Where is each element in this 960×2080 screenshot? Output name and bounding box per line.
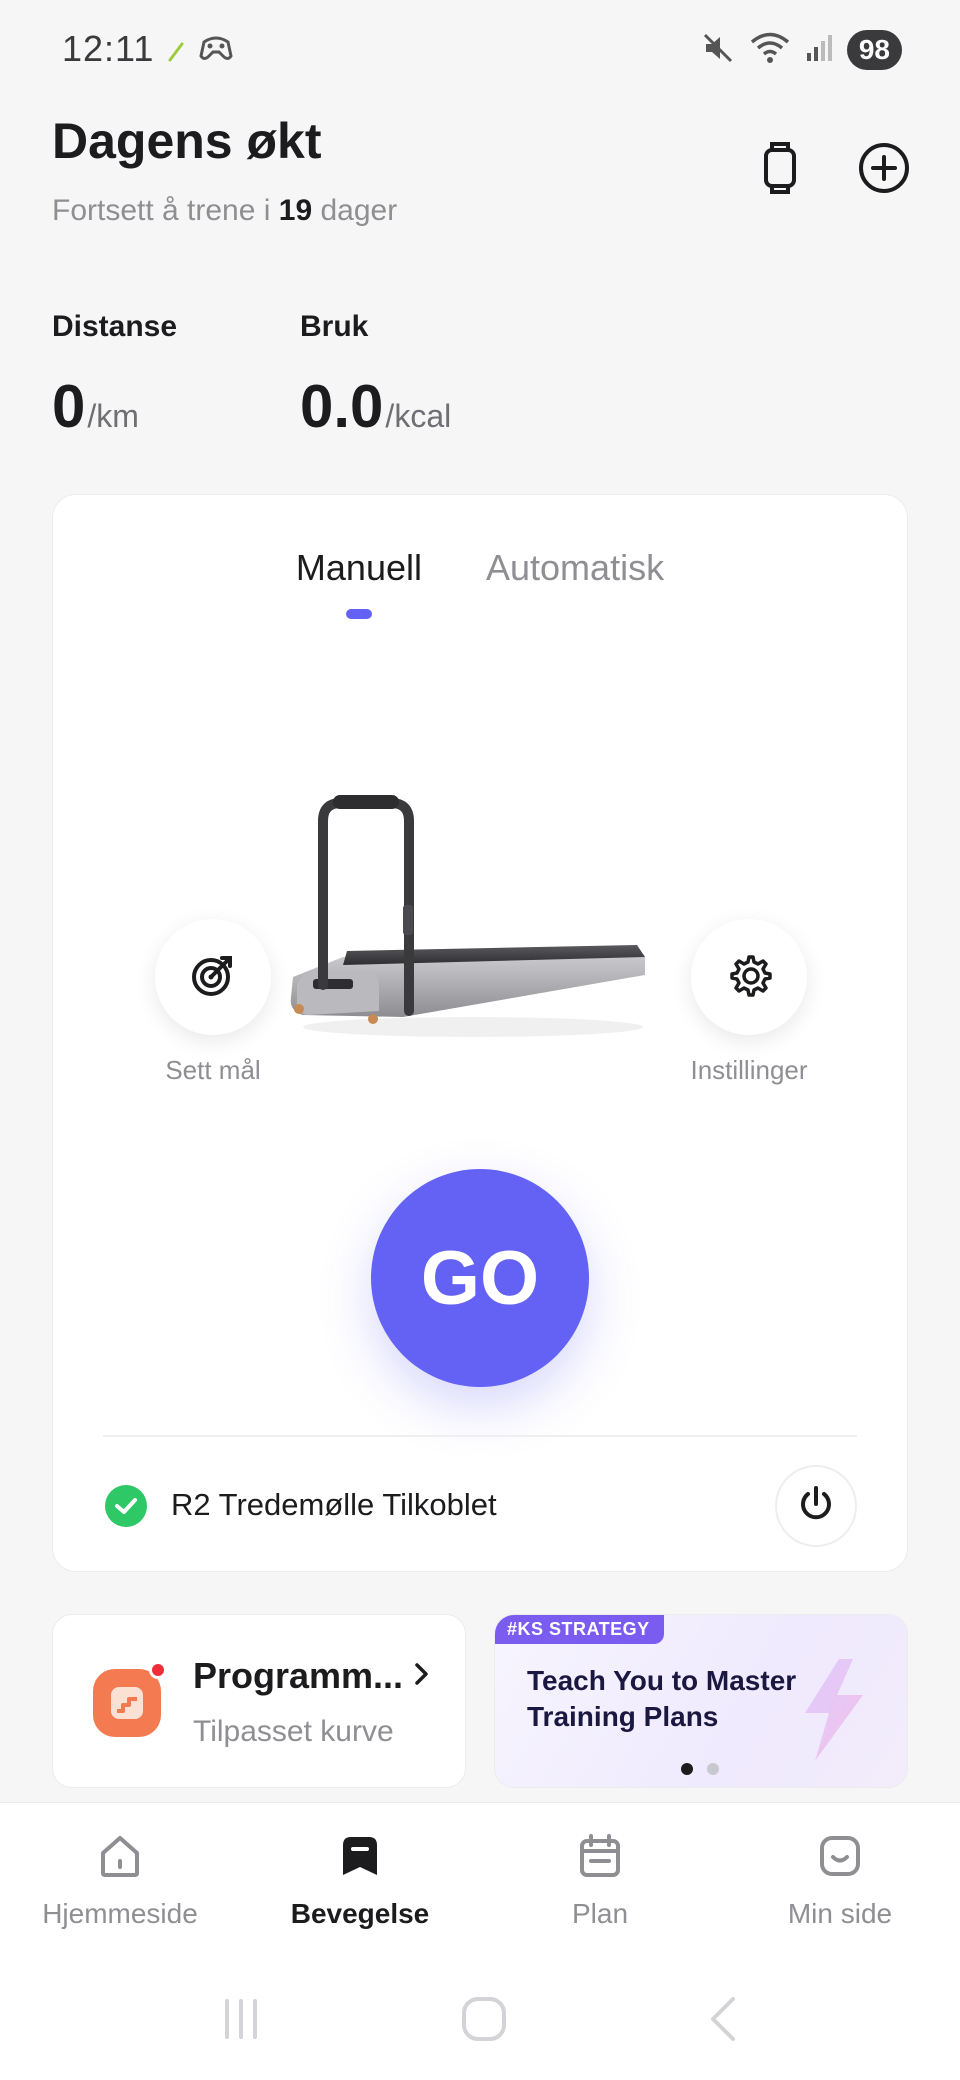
power-icon [796, 1484, 836, 1529]
set-goal-button[interactable] [155, 919, 271, 1035]
recent-apps-icon[interactable] [217, 1995, 265, 2048]
tab-indicator [345, 609, 372, 619]
divider [103, 1435, 857, 1437]
nav-exercise[interactable]: Bevegelse [240, 1803, 480, 1962]
set-goal-label: Sett mål [165, 1055, 261, 1085]
battery-badge: 98 [846, 30, 902, 70]
page-title: Dagens økt [52, 113, 322, 169]
home-icon [95, 1831, 145, 1886]
streak-days: 19 [278, 194, 313, 227]
status-time: 12:11 [62, 28, 155, 69]
power-button[interactable] [775, 1465, 857, 1547]
nav-plan[interactable]: Plan [480, 1803, 720, 1962]
calendar-icon [575, 1831, 625, 1886]
target-icon [190, 952, 236, 1003]
banner-tag: #KS STRATEGY [495, 1615, 664, 1644]
program-curve-icon [93, 1669, 161, 1737]
banner-pagination [681, 1763, 719, 1775]
settings-label: Instillinger [690, 1055, 808, 1085]
program-title: Programm... [193, 1655, 404, 1696]
nav-home[interactable]: Hjemmeside [0, 1803, 240, 1962]
distance-value: 0 [52, 373, 86, 440]
streak-subtitle: Fortsett å trene i 19 dager [52, 194, 397, 228]
workout-card: Manuell Automatisk Sett mål GO Instillin… [52, 494, 908, 1572]
distance-stat: Distanse 0 /km [52, 310, 177, 441]
watch-icon [760, 140, 800, 201]
calories-unit: /kcal [385, 398, 452, 434]
program-card[interactable]: Programm... Tilpasset kurve [52, 1614, 466, 1788]
distance-unit: /km [87, 398, 139, 434]
mute-icon [701, 31, 735, 70]
streak-prefix: Fortsett å trene i [52, 194, 279, 227]
profile-icon [815, 1831, 865, 1886]
notification-dot [149, 1661, 167, 1679]
streak-suffix: dager [312, 194, 398, 227]
pagination-dot-active[interactable] [681, 1763, 693, 1775]
nav-home-label: Hjemmeside [42, 1898, 198, 1929]
wifi-icon [749, 31, 791, 70]
tab-automatic-label: Automatisk [486, 547, 665, 588]
system-navigation [0, 1962, 960, 2080]
tab-manual[interactable]: Manuell [295, 547, 422, 619]
treadmill-image [283, 765, 663, 1070]
promo-banner[interactable]: #KS STRATEGY Teach You to Master Trainin… [494, 1614, 908, 1788]
program-subtitle: Tilpasset kurve [193, 1715, 394, 1748]
exercise-icon [335, 1831, 385, 1886]
calories-label: Bruk [300, 310, 369, 343]
check-icon [105, 1485, 147, 1527]
bottom-navigation: Hjemmeside Bevegelse Plan Min side [0, 1802, 960, 1962]
plus-circle-icon [857, 141, 911, 200]
gear-icon [726, 952, 772, 1003]
lightning-icon [787, 1655, 877, 1770]
pagination-dot[interactable] [707, 1763, 719, 1775]
nav-profile[interactable]: Min side [720, 1803, 960, 1962]
nav-plan-label: Plan [571, 1898, 629, 1929]
add-button[interactable] [854, 140, 914, 200]
settings-button[interactable] [691, 919, 807, 1035]
home-button-icon[interactable] [458, 1993, 510, 2050]
chevron-right-icon [411, 1659, 433, 1694]
calories-value: 0.0 [300, 373, 384, 440]
nav-exercise-label: Bevegelse [290, 1898, 430, 1929]
connection-status: R2 Tredemølle Tilkoblet [171, 1487, 497, 1522]
signal-icon [805, 33, 833, 68]
gamepad-icon [198, 32, 234, 69]
distance-label: Distanse [52, 310, 178, 343]
device-button[interactable] [750, 140, 810, 200]
tab-automatic[interactable]: Automatisk [486, 547, 664, 589]
go-button[interactable]: GO [371, 1169, 589, 1387]
leaf-icon [168, 40, 186, 67]
calories-stat: Bruk 0.0 /kcal [300, 310, 451, 441]
back-icon[interactable] [703, 1993, 743, 2050]
nav-profile-label: Min side [787, 1898, 893, 1929]
status-bar: 12:11 98 [0, 0, 960, 100]
tab-manual-label: Manuell [295, 547, 422, 588]
mode-tabs: Manuell Automatisk [53, 547, 907, 619]
